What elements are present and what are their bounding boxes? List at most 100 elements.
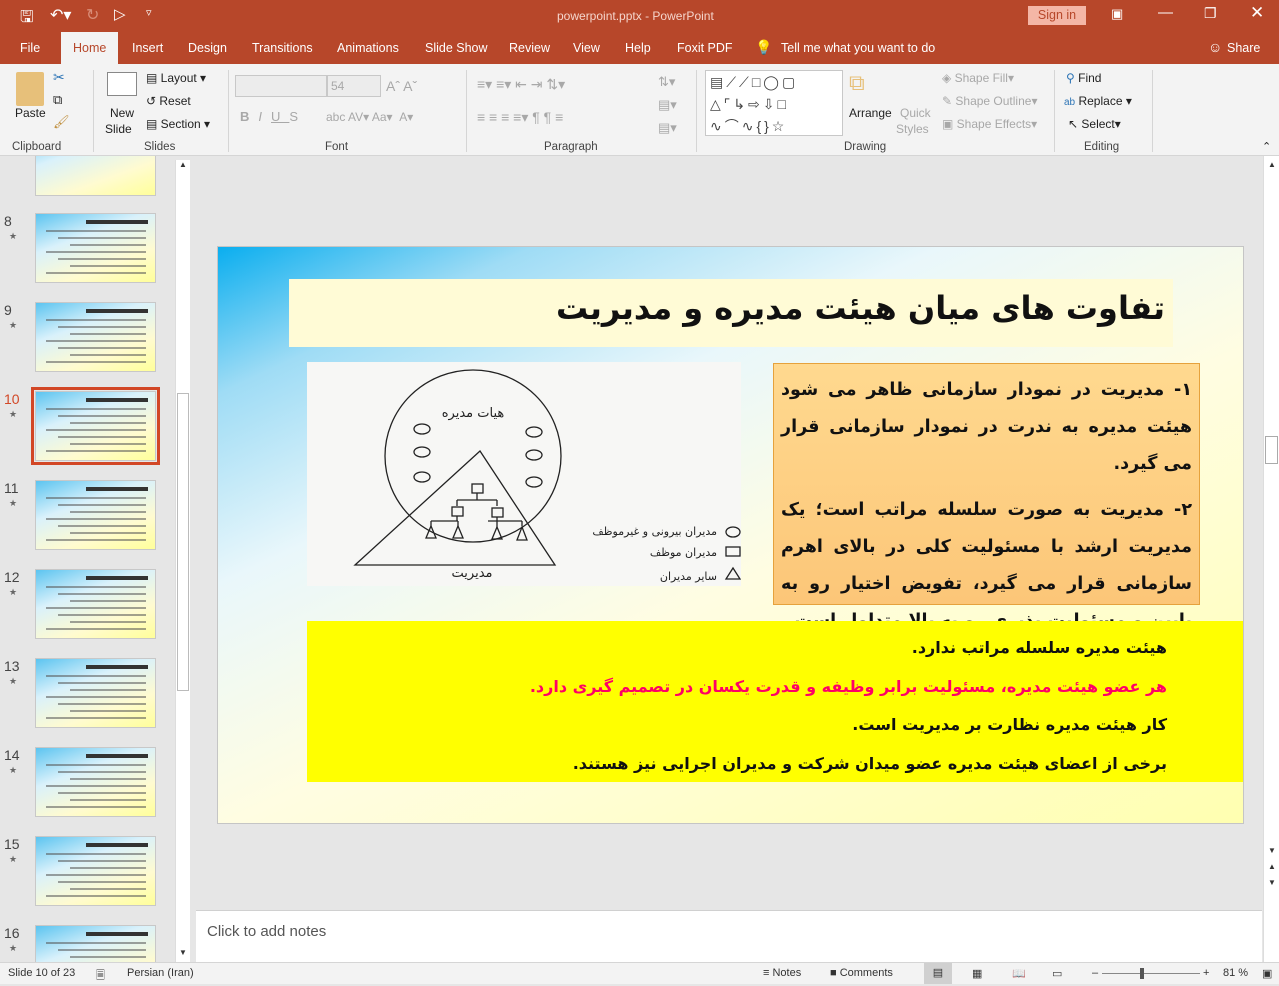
copy-icon[interactable]: ⧉ xyxy=(53,92,62,108)
tab-insert[interactable]: Insert xyxy=(132,41,163,55)
scroll-up-icon[interactable]: ▲ xyxy=(1268,160,1276,169)
customize-toolbar-icon[interactable]: ▿ xyxy=(146,6,152,19)
slide-thumbnail-11[interactable] xyxy=(35,480,156,550)
zoom-in-button[interactable]: + xyxy=(1203,967,1209,979)
slide-thumbnail-8[interactable] xyxy=(35,213,156,283)
restore-button[interactable]: ❐ xyxy=(1204,5,1217,22)
thumb-text-line xyxy=(46,607,146,609)
previous-slide-icon[interactable]: ▲ xyxy=(1268,862,1276,871)
scroll-down-icon[interactable]: ▼ xyxy=(179,948,187,957)
slide-sorter-view-button[interactable]: ▦ xyxy=(972,967,982,980)
ribbon-display-options-icon[interactable]: ▣ xyxy=(1111,6,1123,22)
reading-view-button[interactable]: 📖 xyxy=(1012,967,1026,980)
slide-scrollbar[interactable]: ▲ ▼ ▲ ▼ xyxy=(1263,156,1279,962)
arrange-button[interactable]: Arrange xyxy=(849,106,892,120)
tab-foxit-pdf[interactable]: Foxit PDF xyxy=(677,41,733,55)
format-painter-icon[interactable]: 🖌 xyxy=(53,114,70,130)
fit-slide-icon[interactable]: ▣ xyxy=(1262,967,1272,980)
cut-icon[interactable]: ✂ xyxy=(53,69,65,86)
language-indicator[interactable]: Persian (Iran) xyxy=(127,967,194,979)
thumb-text-line xyxy=(46,319,146,321)
zoom-out-button[interactable]: – xyxy=(1092,967,1098,979)
redo-icon[interactable]: ↻ xyxy=(86,5,99,25)
font-misc-buttons[interactable]: abc AV▾ Aa▾ A▾ xyxy=(326,110,413,124)
slide-thumbnail-partial[interactable] xyxy=(35,156,156,196)
thumb-text-line xyxy=(58,949,146,951)
slide-thumbnail-9[interactable] xyxy=(35,302,156,372)
normal-view-button[interactable]: ▤ xyxy=(924,963,952,984)
slide-scroll-thumb[interactable] xyxy=(1265,436,1278,464)
alignment-icons[interactable]: ≡ ≡ ≡ ≡▾ ¶ ¶ ≡ xyxy=(477,109,563,126)
tab-help[interactable]: Help xyxy=(625,41,651,55)
minimize-button[interactable]: — xyxy=(1158,4,1173,21)
save-icon[interactable]: 🖫 xyxy=(20,6,34,33)
board-facts-textbox[interactable]: هیئت مدیره سلسله مراتب ندارد. هر عضو هیئ… xyxy=(307,621,1243,782)
thumb-text-line xyxy=(46,785,146,787)
reset-button[interactable]: ↺ Reset xyxy=(146,94,191,108)
slide-title[interactable]: تفاوت های میان هیئت مدیره و مدیریت xyxy=(289,279,1173,347)
tab-transitions[interactable]: Transitions xyxy=(252,41,313,55)
find-button[interactable]: ⚲ Find xyxy=(1066,71,1101,85)
increase-font-icon[interactable]: Aˆ Aˇ xyxy=(386,78,417,94)
zoom-level[interactable]: 81 % xyxy=(1223,967,1248,979)
slide-thumbnail-16[interactable] xyxy=(35,925,156,962)
thumb-text-line xyxy=(58,792,146,794)
text-direction-icons[interactable]: ⇅▾ ▤▾ ▤▾ xyxy=(658,70,677,139)
next-slide-icon[interactable]: ▼ xyxy=(1268,878,1276,887)
tab-home[interactable]: Home xyxy=(61,32,119,64)
board-fact-line: برخی از اعضای هیئت مدیره عضو میدان شرکت … xyxy=(572,753,1167,773)
tab-animations[interactable]: Animations xyxy=(337,41,399,55)
layout-button[interactable]: ▤ Layout ▾ xyxy=(146,71,206,85)
tab-view[interactable]: View xyxy=(573,41,600,55)
section-button[interactable]: ▤ Section ▾ xyxy=(146,117,210,131)
select-button[interactable]: ↖ Select▾ xyxy=(1068,117,1121,131)
slide-thumbnail-14[interactable] xyxy=(35,747,156,817)
org-diagram-image[interactable]: هیات مدیره مدیریت مدیران بیرونی و غیرموظ… xyxy=(307,362,742,586)
tab-slide-show[interactable]: Slide Show xyxy=(425,41,488,55)
notes-button[interactable]: ≡ Notes xyxy=(763,967,801,979)
tab-review[interactable]: Review xyxy=(509,41,550,55)
thumb-text-line xyxy=(70,778,146,780)
slide-thumbnail-10[interactable] xyxy=(31,387,160,465)
differences-textbox[interactable]: ۱- مدیریت در نمودار سازمانی ظاهر می شود … xyxy=(773,363,1200,631)
slide-show-view-button[interactable]: ▭ xyxy=(1052,967,1062,980)
new-slide-button-line2[interactable]: Slide xyxy=(105,122,132,136)
slide-thumbnail-15[interactable] xyxy=(35,836,156,906)
slide-thumbnail-12[interactable] xyxy=(35,569,156,639)
paste-button[interactable]: Paste xyxy=(15,106,46,120)
shape-effects-button[interactable]: ▣ Shape Effects▾ xyxy=(942,117,1037,131)
font-name-select[interactable] xyxy=(235,75,327,97)
start-from-beginning-icon[interactable]: ▷ xyxy=(114,5,126,23)
tab-file[interactable]: File xyxy=(20,41,40,55)
tab-design[interactable]: Design xyxy=(188,41,227,55)
comments-button[interactable]: ■ Comments xyxy=(830,967,893,979)
thumbnail-scrollbar[interactable]: ▲ ▼ xyxy=(175,160,190,962)
animation-star-icon: ★ xyxy=(9,409,18,419)
slide-thumbnail-13[interactable] xyxy=(35,658,156,728)
font-size-select[interactable]: 54 xyxy=(327,75,381,97)
shapes-gallery[interactable]: ▤⟋⟋□◯▢ △⌜↳⇨⇩□ ∿⌒∿{}☆ xyxy=(705,70,843,136)
shape-outline-button[interactable]: ✎ Shape Outline▾ xyxy=(942,94,1037,108)
close-button[interactable]: ✕ xyxy=(1250,3,1264,23)
notes-pane[interactable]: Click to add notes xyxy=(196,910,1262,962)
collapse-ribbon-icon[interactable]: ⌃ xyxy=(1262,140,1271,153)
sign-in-button[interactable]: Sign in xyxy=(1028,6,1086,25)
zoom-slider[interactable] xyxy=(1102,968,1200,979)
shape-fill-button[interactable]: ◈ Shape Fill▾ xyxy=(942,71,1014,85)
share-button[interactable]: Share xyxy=(1227,41,1260,55)
bullets-numbering-icons[interactable]: ≡▾ ≡▾ ⇤ ⇥ ⇅▾ xyxy=(477,76,565,93)
quick-styles-button[interactable]: Quick xyxy=(900,106,931,120)
tell-me-search[interactable]: Tell me what you want to do xyxy=(781,41,935,55)
spell-check-icon[interactable]: 🗏 xyxy=(96,967,105,986)
font-format-buttons[interactable]: BIUS xyxy=(240,109,307,124)
undo-icon[interactable]: ↶▾ xyxy=(50,5,71,25)
zoom-slider-thumb[interactable] xyxy=(1139,968,1144,979)
slide-canvas[interactable]: تفاوت های میان هیئت مدیره و مدیریت هیات … xyxy=(217,246,1244,824)
new-slide-button[interactable]: New xyxy=(110,106,134,120)
quick-styles-button-line2[interactable]: Styles xyxy=(896,122,929,136)
reset-label: Reset xyxy=(159,94,191,108)
replace-button[interactable]: ab Replace ▾ xyxy=(1064,94,1132,108)
scroll-up-icon[interactable]: ▲ xyxy=(179,160,187,169)
scroll-down-icon[interactable]: ▼ xyxy=(1268,846,1276,855)
thumbnail-scroll-thumb[interactable] xyxy=(177,393,189,691)
